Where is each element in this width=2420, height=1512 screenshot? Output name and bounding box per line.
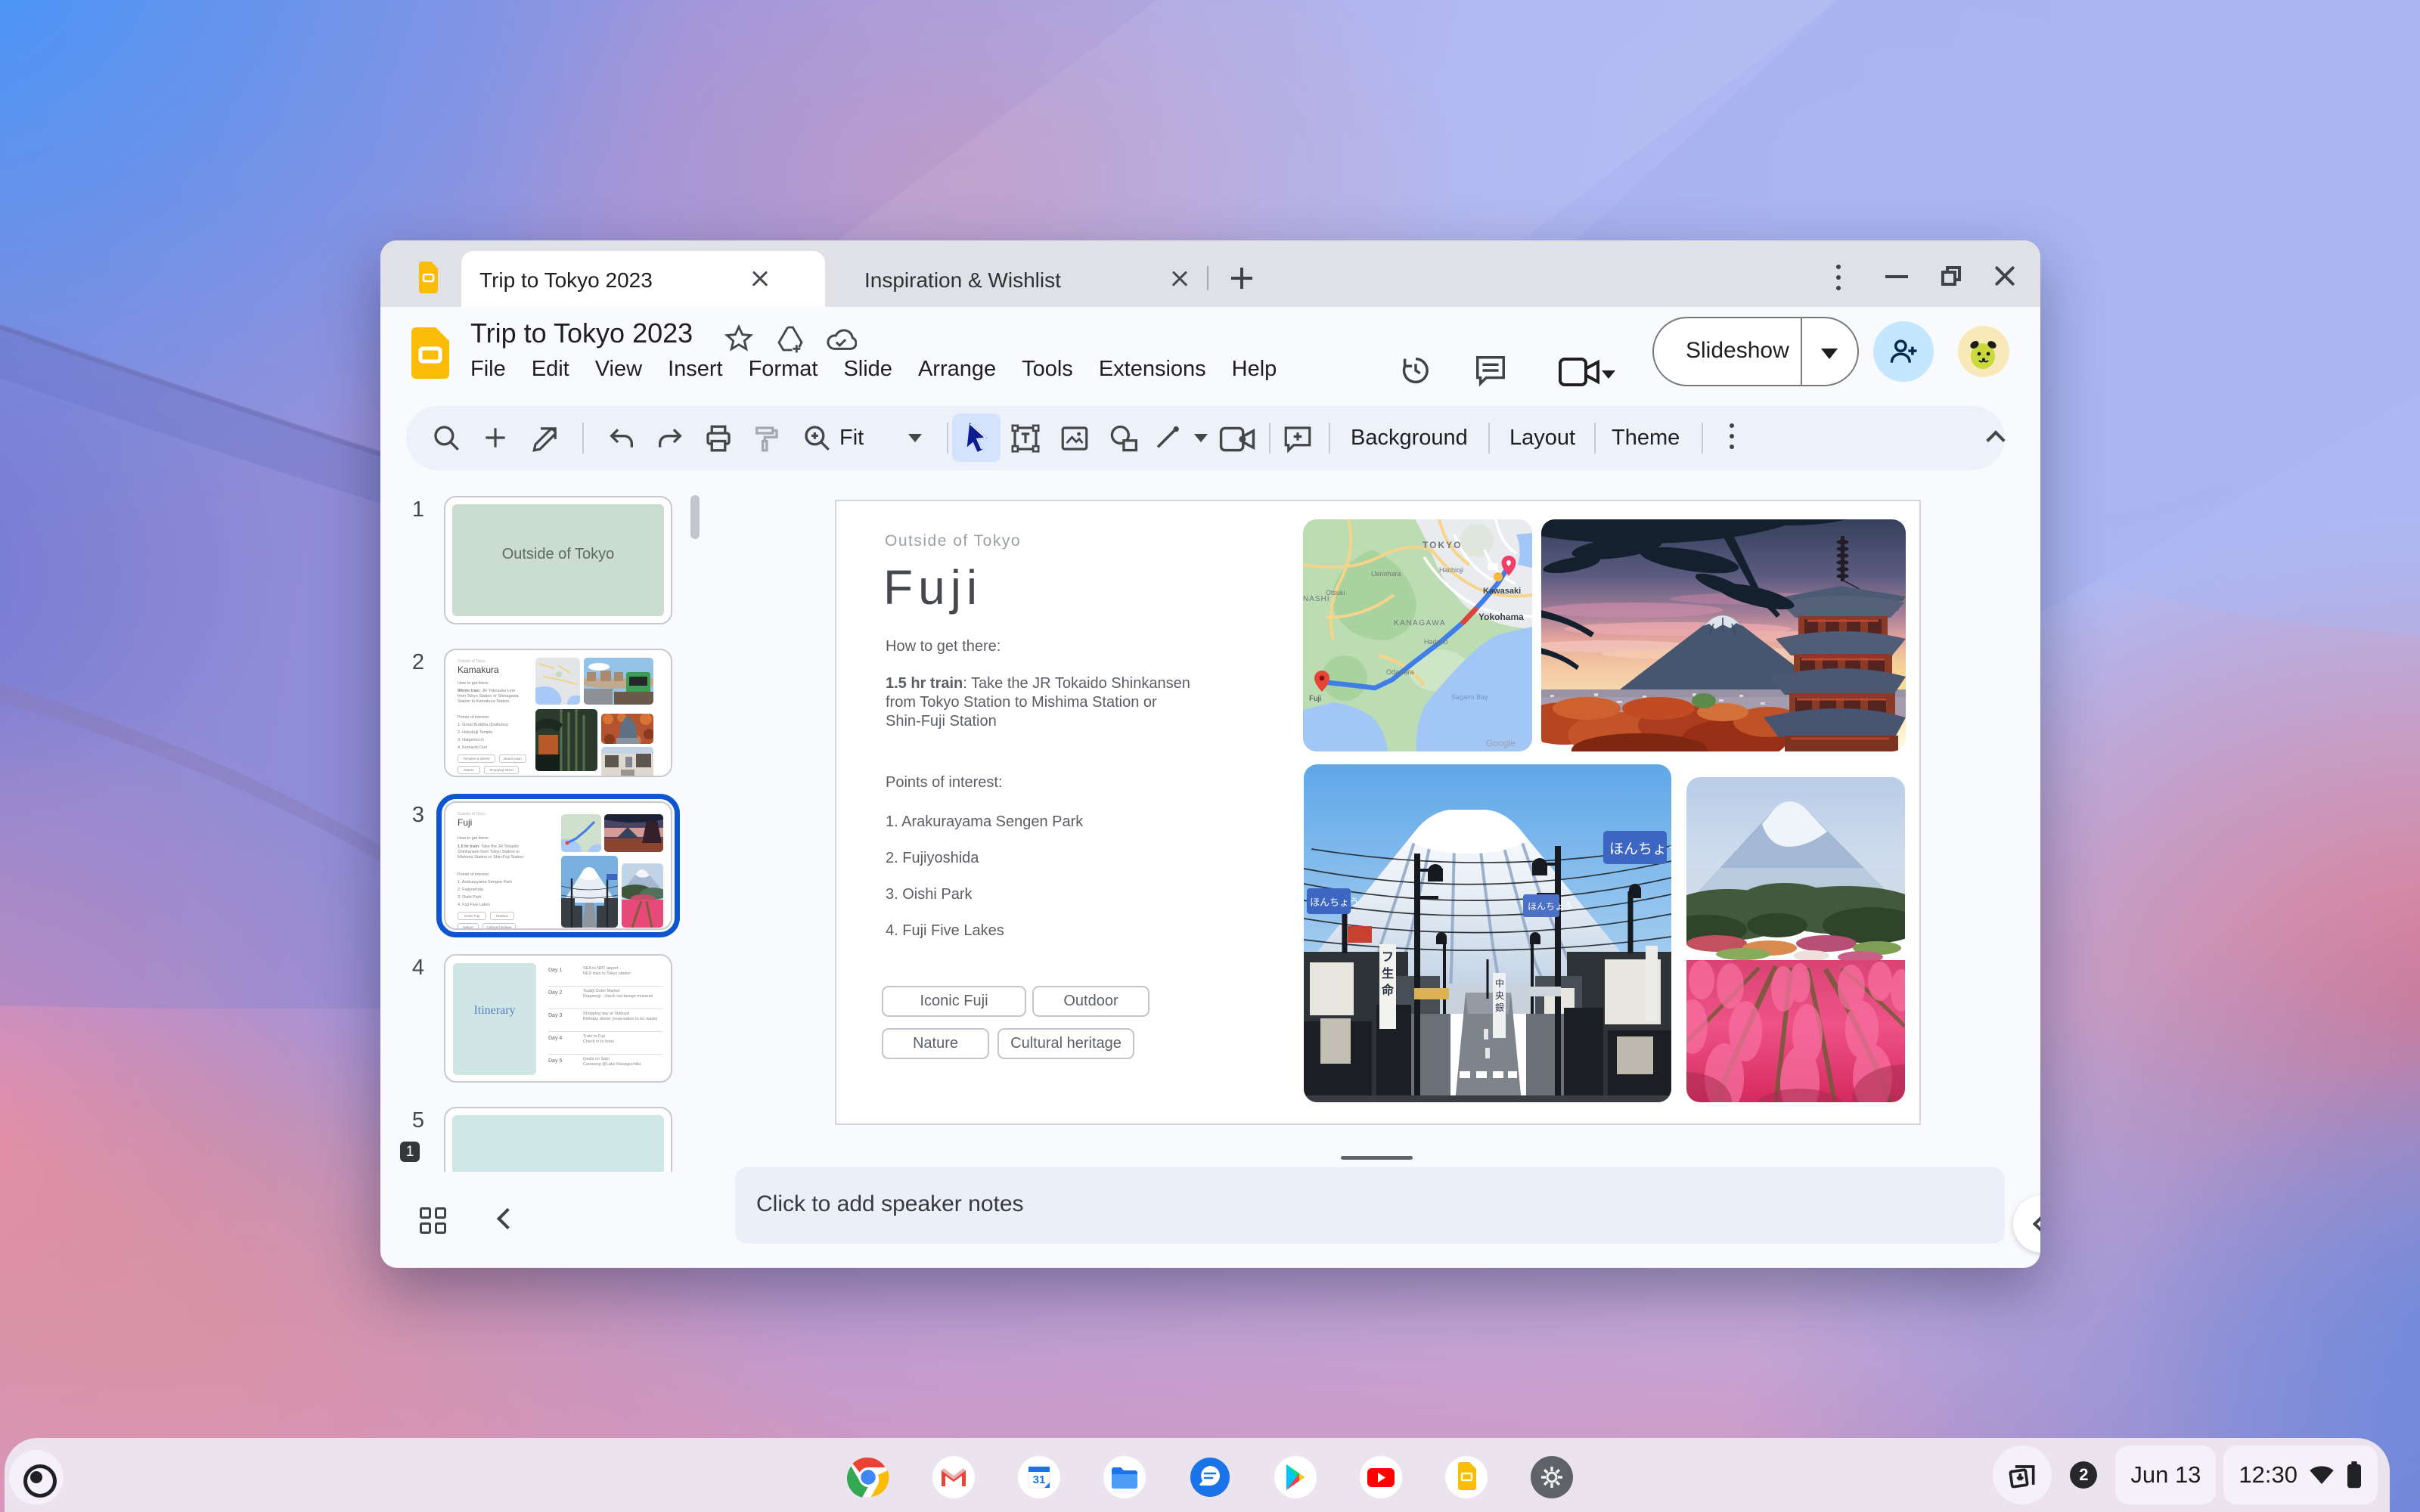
svg-text:KANAGAWA: KANAGAWA — [1394, 619, 1446, 627]
svg-text:Otsuki: Otsuki — [1326, 589, 1345, 596]
svg-text:Odawara: Odawara — [1386, 668, 1414, 676]
svg-text:31: 31 — [1033, 1473, 1046, 1486]
svg-text:命: 命 — [1381, 983, 1395, 997]
svg-text:央: 央 — [1495, 990, 1504, 1001]
svg-text:生: 生 — [1382, 966, 1394, 981]
svg-text:Google: Google — [1486, 738, 1516, 748]
svg-text:Kawasaki: Kawasaki — [1483, 587, 1521, 596]
svg-text:Sagami Bay: Sagami Bay — [1451, 693, 1488, 701]
svg-text:Hadano: Hadano — [1424, 638, 1448, 646]
svg-text:Hachioji: Hachioji — [1439, 566, 1463, 574]
svg-text:ほんちょう: ほんちょう — [1609, 841, 1671, 857]
svg-text:ほんちょう: ほんちょう — [1310, 897, 1359, 908]
svg-text:フ: フ — [1382, 951, 1394, 964]
svg-text:Uenohara: Uenohara — [1371, 570, 1401, 578]
svg-text:Yokohama: Yokohama — [1478, 612, 1524, 622]
svg-text:ほんちょう: ほんちょう — [1528, 901, 1573, 912]
svg-text:Fuji: Fuji — [1309, 695, 1321, 703]
svg-text:銀: 銀 — [1495, 1002, 1504, 1013]
svg-text:中: 中 — [1495, 978, 1504, 989]
svg-text:TOKYO: TOKYO — [1423, 540, 1462, 550]
